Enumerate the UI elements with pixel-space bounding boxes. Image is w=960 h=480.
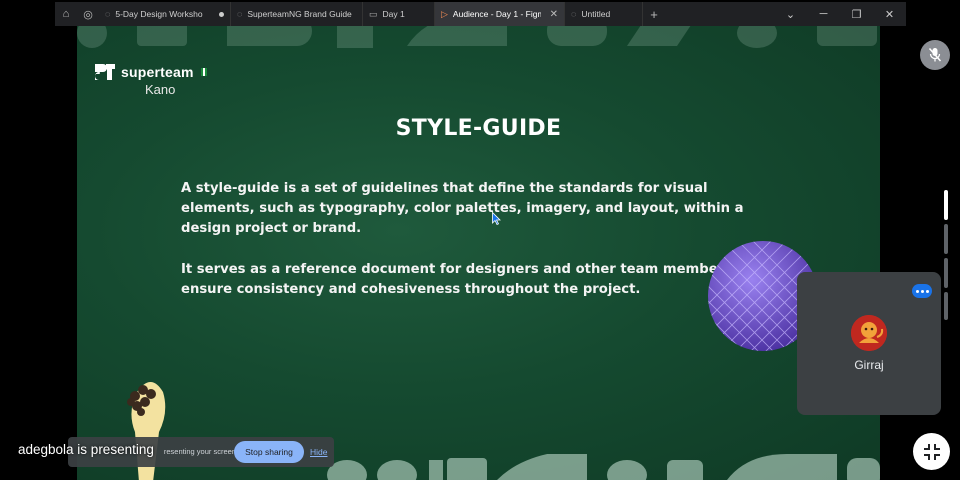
stop-sharing-button[interactable]: Stop sharing xyxy=(234,441,304,463)
scrollbar-thumb[interactable] xyxy=(944,190,948,220)
tab-label: Untitled xyxy=(581,9,611,19)
tab-loading-indicator xyxy=(219,11,224,17)
workspaces-icon[interactable]: ◎ xyxy=(77,2,99,26)
brand-wordmark: superteam xyxy=(121,64,194,80)
document-icon: ▭ xyxy=(369,8,378,19)
mic-off-button[interactable] xyxy=(920,40,950,70)
close-tab-icon[interactable]: ✕ xyxy=(546,9,558,20)
dot xyxy=(925,289,929,293)
tab-untitled[interactable]: ◌ Untitled xyxy=(565,2,643,26)
globe-icon: ◌ xyxy=(571,9,577,19)
presenter-label: adegbola is presenting xyxy=(18,442,154,457)
slide-title: STYLE-GUIDE xyxy=(395,116,562,141)
brand-location: Kano xyxy=(145,82,176,97)
mic-off-icon xyxy=(928,48,942,62)
participant-tile[interactable]: Girraj xyxy=(797,272,941,415)
figma-icon: ▷ xyxy=(441,8,448,19)
globe-icon: ◌ xyxy=(105,9,111,19)
scrollbar-track-segment xyxy=(944,224,948,254)
nigeria-flag-icon xyxy=(200,68,207,76)
decorative-shapes-top xyxy=(77,26,877,48)
dot xyxy=(920,289,924,293)
participant-name: Girraj xyxy=(854,358,884,372)
tab-5-day-design-workshop[interactable]: ◌ 5-Day Design Worksho xyxy=(99,2,231,26)
tab-label: Audience - Day 1 - Figm xyxy=(452,9,541,19)
shared-slide: superteam Kano STYLE-GUIDE A style-guide… xyxy=(77,26,880,480)
browser-tab-bar: ⌂ ◎ ◌ 5-Day Design Worksho ◌ SuperteamNG… xyxy=(55,2,906,26)
participant-scrollbar[interactable] xyxy=(944,190,948,320)
avatar xyxy=(851,315,887,351)
hide-share-bar-link[interactable]: Hide xyxy=(310,447,327,457)
tab-search-icon[interactable]: ⌄ xyxy=(774,8,807,21)
superteam-logo: superteam xyxy=(93,62,207,82)
slide-paragraph-definition: A style-guide is a set of guidelines tha… xyxy=(181,181,744,236)
mouse-cursor-icon xyxy=(492,212,501,225)
tab-audience-day-1-figma[interactable]: ▷ Audience - Day 1 - Figm ✕ xyxy=(435,2,565,26)
exit-fullscreen-icon xyxy=(923,443,940,460)
globe-icon: ◌ xyxy=(237,9,243,19)
tab-superteamng-brand-guide[interactable]: ◌ SuperteamNG Brand Guide xyxy=(231,2,363,26)
restore-button[interactable]: ❐ xyxy=(840,8,873,21)
exit-fullscreen-button[interactable] xyxy=(913,433,950,470)
dot xyxy=(915,289,919,293)
share-hint-text: You're presenting your screen. xyxy=(164,447,236,456)
superteam-logo-mark xyxy=(95,64,115,80)
new-tab-button[interactable]: + xyxy=(643,7,665,22)
scrollbar-track-segment xyxy=(944,258,948,288)
screen: ⌂ ◎ ◌ 5-Day Design Worksho ◌ SuperteamNG… xyxy=(0,0,960,480)
minimize-button[interactable]: ─ xyxy=(807,8,840,21)
scrollbar-track-segment xyxy=(944,292,948,320)
close-window-button[interactable]: ✕ xyxy=(873,8,906,21)
tab-day-1[interactable]: ▭ Day 1 xyxy=(363,2,435,26)
tab-label: 5-Day Design Worksho xyxy=(115,9,203,19)
monkey-avatar-icon xyxy=(851,315,887,351)
tab-label: Day 1 xyxy=(382,9,405,19)
home-icon[interactable]: ⌂ xyxy=(55,2,77,26)
window-controls: ⌄ ─ ❐ ✕ xyxy=(774,8,906,21)
participant-options-button[interactable] xyxy=(912,284,932,298)
tab-label: SuperteamNG Brand Guide xyxy=(247,9,352,19)
slide-paragraph-purpose: It serves as a reference document for de… xyxy=(181,262,752,297)
